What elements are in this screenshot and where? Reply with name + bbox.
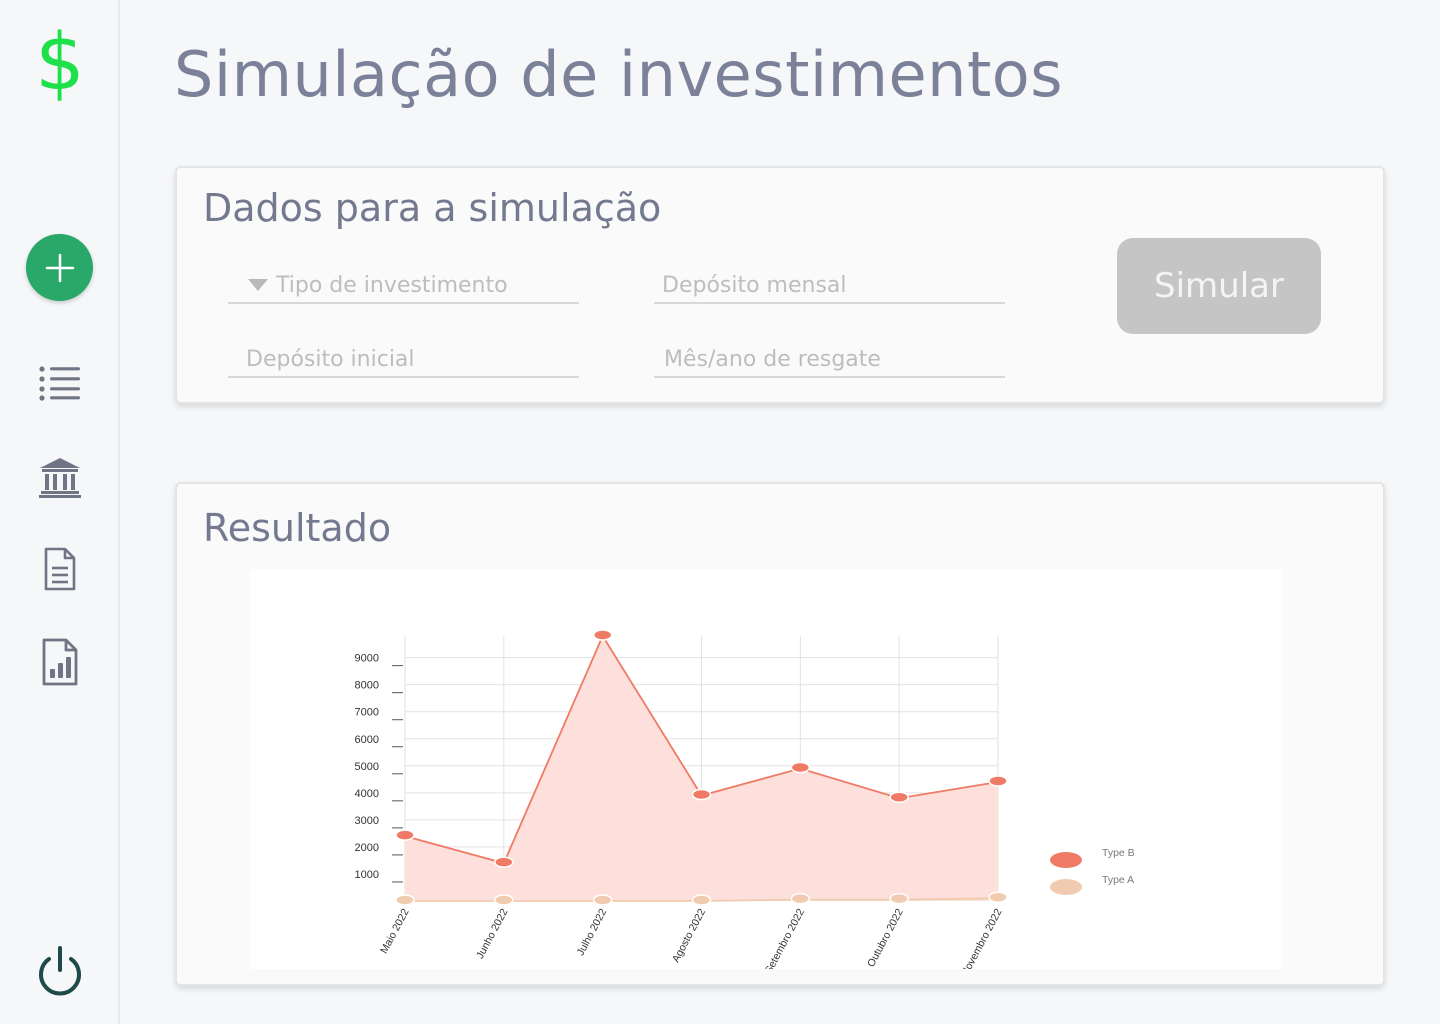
result-chart: 1000 2000 3000 4000 5000 6000 7000 8000 9000 Maio… [250, 569, 1282, 969]
result-card: Resultado 1000 2000 3000 4000 5000 6000 7000 80… [175, 482, 1385, 986]
sidebar-item-list[interactable] [0, 360, 120, 406]
simulation-form-card: Dados para a simulação Tipo de investime… [175, 166, 1385, 404]
redemption-date-field[interactable] [654, 342, 1005, 378]
data-point [592, 894, 613, 906]
data-point [395, 894, 415, 906]
x-tick-label: Agosto 2022 [670, 907, 708, 965]
sidebar-item-documents[interactable] [0, 544, 120, 594]
data-point [889, 892, 909, 905]
form-card-title: Dados para a simulação [203, 186, 662, 230]
initial-deposit-field[interactable] [228, 342, 579, 378]
y-tick-label: 4000 [355, 788, 379, 800]
legend-swatch [1050, 879, 1082, 895]
sidebar-item-bank[interactable] [0, 452, 120, 502]
plus-icon [45, 253, 74, 282]
data-point [494, 856, 514, 868]
y-tick-label: 9000 [355, 653, 379, 665]
y-tick-label: 5000 [355, 761, 379, 773]
data-point [790, 892, 811, 905]
monthly-deposit-input[interactable] [662, 268, 1005, 302]
investment-type-select[interactable]: Tipo de investimento [228, 268, 579, 304]
initial-deposit-input[interactable] [246, 342, 579, 376]
sidebar-item-reports[interactable] [0, 636, 120, 688]
page-title: Simulação de investimentos [174, 38, 1063, 111]
x-tick-label: Maio 2022 [378, 907, 412, 956]
data-point [691, 894, 712, 906]
x-tick-label: Outubro 2022 [865, 907, 906, 969]
y-tick-label: 2000 [355, 842, 379, 854]
data-point [988, 891, 1008, 904]
data-point [395, 829, 415, 841]
data-point [691, 788, 712, 801]
logout-button[interactable] [0, 942, 120, 998]
y-tick-label: 8000 [355, 680, 379, 692]
y-tick-label: 6000 [355, 734, 379, 746]
power-icon [39, 946, 81, 996]
bank-icon [39, 458, 81, 498]
legend-label: Type A [1102, 874, 1134, 886]
y-tick-label: 7000 [355, 707, 379, 719]
redemption-date-input[interactable] [664, 342, 1005, 376]
data-point [889, 791, 909, 803]
add-button[interactable] [26, 234, 93, 301]
y-tick-label: 1000 [355, 869, 379, 881]
data-point [592, 629, 613, 641]
legend-swatch [1050, 852, 1082, 868]
monthly-deposit-field[interactable] [654, 268, 1005, 304]
x-tick-label: Julho 2022 [575, 907, 610, 958]
x-tick-label: Junho 2022 [474, 907, 510, 961]
result-card-title: Resultado [203, 506, 392, 550]
list-icon [39, 366, 80, 401]
investment-type-placeholder: Tipo de investimento [276, 272, 508, 298]
data-point [790, 761, 811, 774]
y-tick-label: 3000 [355, 815, 379, 827]
area-chart: 1000 2000 3000 4000 5000 6000 7000 8000 9000 Maio… [355, 629, 1135, 969]
dollar-logo-icon: $ [35, 18, 85, 108]
x-tick-label: Setembro 2022 [763, 907, 807, 969]
legend-label: Type B [1102, 847, 1135, 859]
report-chart-icon [42, 638, 78, 686]
sidebar: $ [0, 0, 120, 1024]
document-icon [44, 547, 76, 591]
caret-down-icon [248, 279, 268, 291]
data-point [494, 894, 514, 906]
data-point [988, 775, 1008, 787]
simulate-button[interactable]: Simular [1117, 238, 1321, 334]
x-tick-label: Novembro 2022 [959, 907, 1005, 969]
